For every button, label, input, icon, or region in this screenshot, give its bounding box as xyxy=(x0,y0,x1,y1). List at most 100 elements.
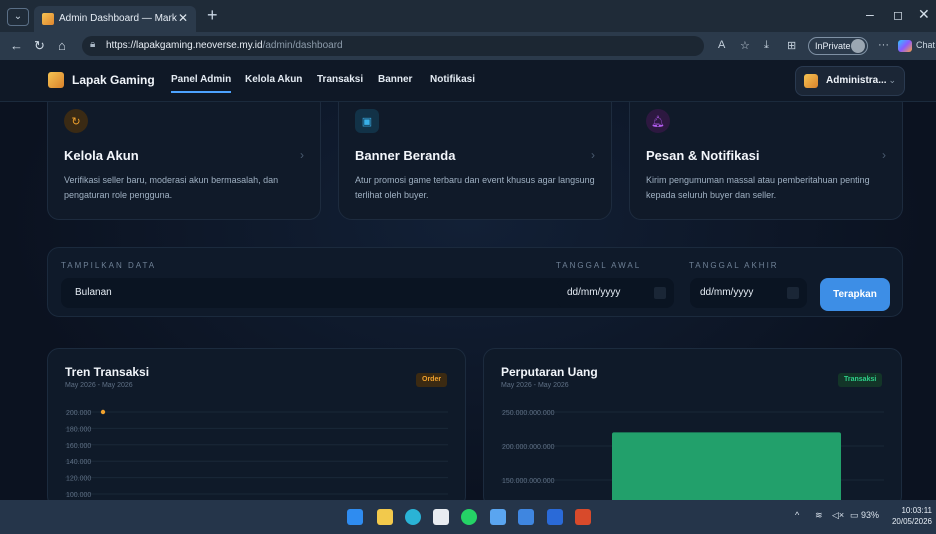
chart-card-tren-transaksi: Tren Transaksi May 2026 - May 2026 Order… xyxy=(47,348,466,500)
screen: ⌄ Admin Dashboard — Marketplace ✕ + – ◻ … xyxy=(0,0,936,534)
refresh-icon: ↻ xyxy=(64,109,88,133)
nav-kelola-akun[interactable]: Kelola Akun xyxy=(245,74,302,85)
y-tick-label: 250.000.000.000 xyxy=(502,410,555,417)
start-date-placeholder: dd/mm/yyyy xyxy=(567,287,621,298)
url-host: https://lapakgaming.neoverse.my.id xyxy=(106,40,263,51)
site-favicon-icon xyxy=(42,13,54,25)
admin-avatar-icon xyxy=(804,74,818,88)
card-pesan-notifikasi[interactable]: 🔔︎ Pesan & Notifikasi Kirim pengumuman m… xyxy=(629,102,903,220)
wifi-icon[interactable]: ≋ xyxy=(815,510,823,521)
tab-actions-button[interactable]: ⌄ xyxy=(7,8,29,26)
y-tick-label: 140.000 xyxy=(66,459,91,466)
period-select[interactable]: Bulanan ⌄ xyxy=(61,278,601,308)
read-aloud-icon[interactable]: A xyxy=(718,39,725,51)
admin-menu-button[interactable]: Administra... ⌄ xyxy=(795,66,905,96)
nav-transaksi[interactable]: Transaksi xyxy=(317,74,363,85)
data-point-may-2026 xyxy=(100,409,106,415)
back-icon[interactable]: ← xyxy=(10,38,23,53)
chevron-right-icon: › xyxy=(591,148,595,162)
system-clock[interactable]: 10:03:11 20/05/2026 xyxy=(892,505,932,527)
end-date-input[interactable]: dd/mm/yyyy xyxy=(690,278,807,308)
y-tick-label: 150.000.000.000 xyxy=(502,478,555,485)
new-tab-button[interactable]: + xyxy=(207,5,218,26)
tren-transaksi-chart: 200.000 180.000 160.000 140.000 120.000 100.0… xyxy=(65,409,448,499)
label-tanggal-awal: TANGGAL AWAL xyxy=(556,261,642,270)
y-tick-label: 100.000 xyxy=(66,492,91,499)
battery-indicator[interactable]: ▭ 93% xyxy=(850,510,879,521)
inprivate-label: InPrivate xyxy=(815,41,851,51)
nav-notifikasi[interactable]: Notifikasi xyxy=(430,74,475,85)
clock-date: 20/05/2026 xyxy=(891,517,932,526)
admin-label: Administra... xyxy=(826,75,887,86)
calendar-app-icon[interactable] xyxy=(433,509,449,525)
url-path: /admin/dashboard xyxy=(262,40,343,51)
chat-app-icon[interactable] xyxy=(490,509,506,525)
whatsapp-icon[interactable] xyxy=(461,509,477,525)
brand-name[interactable]: Lapak Gaming xyxy=(72,73,155,87)
period-select-value: Bulanan xyxy=(75,287,112,298)
browser-addressbar: ← ↻ ⌂ 🔒︎ https://lapakgaming.neoverse.my… xyxy=(0,32,936,60)
edge-icon[interactable] xyxy=(405,509,421,525)
card-title: Pesan & Notifikasi xyxy=(646,148,760,163)
y-tick-label: 120.000 xyxy=(66,476,91,483)
label-tampilkan-data: TAMPILKAN DATA xyxy=(61,261,157,270)
more-menu-icon[interactable]: ··· xyxy=(878,39,889,51)
inprivate-badge[interactable]: InPrivate xyxy=(808,37,868,55)
calendar-icon[interactable] xyxy=(654,287,666,299)
chevron-right-icon: › xyxy=(882,148,886,162)
copilot-icon[interactable] xyxy=(898,40,912,52)
favorite-star-icon[interactable]: ☆ xyxy=(740,39,750,52)
y-tick-label: 200.000 xyxy=(66,410,91,417)
card-title: Banner Beranda xyxy=(355,148,456,163)
end-date-placeholder: dd/mm/yyyy xyxy=(700,287,754,298)
nav-banner[interactable]: Banner xyxy=(378,74,412,85)
lock-icon: 🔒︎ xyxy=(90,39,96,50)
chevron-right-icon: › xyxy=(300,148,304,162)
chart-card-perputaran-uang: Perputaran Uang May 2026 - May 2026 Tran… xyxy=(483,348,902,500)
refresh-icon[interactable]: ↻ xyxy=(34,38,45,54)
url-field[interactable]: 🔒︎ https://lapakgaming.neoverse.my.id/ad… xyxy=(82,36,704,56)
collections-icon[interactable]: ⊞ xyxy=(787,39,796,52)
office-app-icon[interactable] xyxy=(575,509,591,525)
battery-icon: ▭ xyxy=(850,510,859,520)
battery-percent: 93% xyxy=(861,510,880,520)
card-description: Verifikasi seller baru, moderasi akun be… xyxy=(64,175,279,200)
start-icon[interactable] xyxy=(347,509,363,525)
card-banner-beranda[interactable]: ▣ Banner Beranda Atur promosi game terba… xyxy=(338,102,612,220)
y-tick-label: 200.000.000.000 xyxy=(502,444,555,451)
y-tick-label: 160.000 xyxy=(66,443,91,450)
close-tab-icon[interactable]: ✕ xyxy=(178,11,188,25)
label-tanggal-akhir: TANGGAL AKHIR xyxy=(689,261,779,270)
maximize-icon[interactable]: ◻ xyxy=(893,8,903,22)
y-tick-label: 180.000 xyxy=(66,426,91,433)
minimize-icon[interactable]: – xyxy=(866,6,874,22)
vscode-icon[interactable] xyxy=(547,509,563,525)
chevron-down-icon: ⌄ xyxy=(888,75,896,85)
apply-button[interactable]: Terapkan xyxy=(820,278,890,311)
filter-panel: TAMPILKAN DATA TANGGAL AWAL TANGGAL AKHI… xyxy=(47,247,903,317)
file-explorer-icon[interactable] xyxy=(377,509,393,525)
calendar-icon[interactable] xyxy=(787,287,799,299)
tray-chevron-icon[interactable]: ^ xyxy=(795,510,799,520)
volume-icon[interactable]: ◁× xyxy=(832,510,844,521)
nav-panel-admin[interactable]: Panel Admin xyxy=(171,74,232,93)
home-icon[interactable]: ⌂ xyxy=(58,38,66,53)
start-date-input[interactable]: dd/mm/yyyy xyxy=(557,278,674,308)
os-taskbar: ^ ≋ ◁× ▭ 93% 10:03:11 20/05/2026 xyxy=(0,500,936,534)
profile-avatar xyxy=(851,39,865,53)
url-text: https://lapakgaming.neoverse.my.id/admin… xyxy=(106,40,343,51)
close-window-icon[interactable]: ✕ xyxy=(918,6,930,23)
image-icon: ▣ xyxy=(355,109,379,133)
card-kelola-akun[interactable]: ↻ Kelola Akun Verifikasi seller baru, mo… xyxy=(47,102,321,220)
card-description: Kirim pengumuman massal atau pemberitahu… xyxy=(646,175,870,200)
card-description: Atur promosi game terbaru dan event khus… xyxy=(355,175,595,200)
notes-app-icon[interactable] xyxy=(518,509,534,525)
app-navbar: Lapak Gaming Panel Admin Kelola Akun Tra… xyxy=(0,60,936,102)
brand-logo-icon[interactable] xyxy=(48,72,64,88)
browser-tab[interactable]: Admin Dashboard — Marketplace ✕ xyxy=(34,6,196,32)
chat-label[interactable]: Chat xyxy=(916,40,935,50)
tab-title: Admin Dashboard — Marketplace xyxy=(59,13,177,24)
downloads-icon[interactable]: ⤓ xyxy=(764,39,769,52)
browser-tabbar: ⌄ Admin Dashboard — Marketplace ✕ + – ◻ … xyxy=(0,0,936,32)
dashboard-content: ↻ Kelola Akun Verifikasi seller baru, mo… xyxy=(0,102,936,500)
